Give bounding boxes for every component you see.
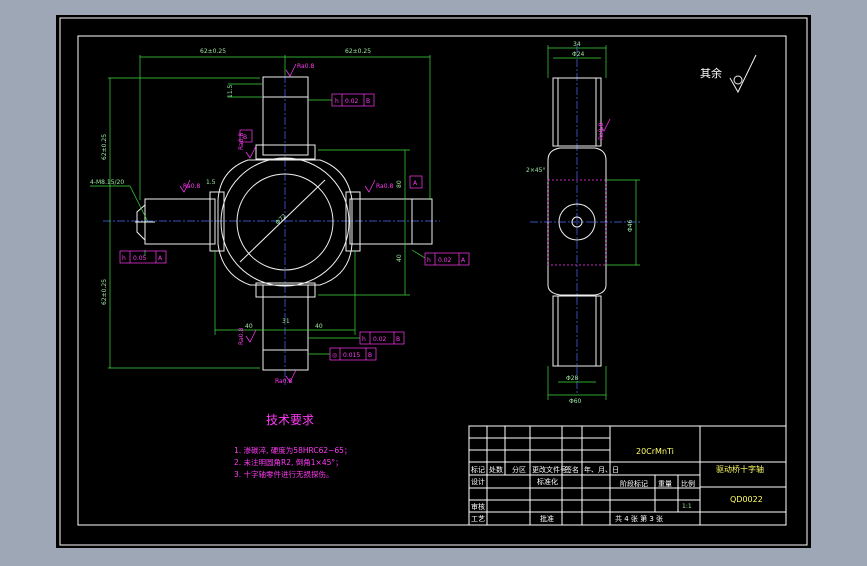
svg-text:0.02: 0.02: [345, 98, 359, 105]
svg-text:更改文件号: 更改文件号: [532, 465, 567, 474]
dim-right-80: 80: [396, 180, 403, 188]
drawing-number: QD0022: [730, 495, 763, 504]
svg-text:阶段标记: 阶段标记: [620, 479, 648, 488]
side-dim-chamfer: 2×45°: [526, 167, 545, 174]
svg-text:比例: 比例: [681, 479, 695, 488]
side-dim-top2: Φ24: [572, 51, 585, 58]
dim-11: 11.5: [227, 84, 234, 98]
svg-text:分区: 分区: [512, 465, 526, 474]
scale-value: 1:1: [682, 503, 692, 510]
svg-text:处数: 处数: [489, 465, 503, 474]
dim-top-left: 62±0.25: [200, 48, 226, 55]
hole-callout: 4-M8.15/20: [90, 179, 124, 186]
tech-note-1: 1. 渗碳淬, 硬度为58HRC62~65；: [234, 445, 351, 455]
dim-left-upper: 62±0.25: [101, 134, 108, 160]
svg-text:0.015: 0.015: [343, 352, 360, 359]
svg-text:h: h: [362, 336, 366, 343]
dim-right-40: 40: [396, 254, 403, 262]
svg-text:审核: 审核: [471, 502, 485, 511]
tech-title: 技术要求: [266, 413, 314, 427]
part-name: 驱动桥十字轴: [716, 464, 764, 474]
svg-text:Ra0.8: Ra0.8: [183, 183, 200, 190]
svg-text:工艺: 工艺: [471, 515, 485, 523]
dim-bottom-40a: 40: [245, 323, 253, 330]
svg-text:重量: 重量: [658, 480, 672, 488]
svg-text:h: h: [427, 257, 431, 264]
dim-bottom-31: 31: [282, 318, 290, 325]
tech-note-2: 2. 未注明圆角R2, 倒角1×45°；: [234, 457, 343, 467]
svg-text:h: h: [335, 98, 339, 105]
svg-text:标记: 标记: [471, 465, 485, 474]
dim-left-lower: 62±0.25: [101, 279, 108, 305]
side-dim-right: Φ46: [627, 219, 634, 232]
sheet-info: 共 4 张 第 3 张: [615, 514, 663, 523]
svg-text:◎: ◎: [332, 352, 337, 359]
svg-text:签名: 签名: [565, 465, 579, 474]
svg-text:Ra0.8: Ra0.8: [598, 123, 605, 140]
side-dim-bottom2: Φ60: [569, 398, 582, 405]
material: 20CrMnTi: [636, 447, 674, 456]
roughness-other-label: 其余: [700, 66, 722, 80]
svg-text:B: B: [396, 336, 400, 343]
svg-text:0.05: 0.05: [133, 255, 147, 262]
svg-text:B: B: [368, 352, 372, 359]
svg-text:Ra0.8: Ra0.8: [376, 183, 393, 190]
svg-text:设计: 设计: [471, 477, 485, 486]
datum-b-label: B: [243, 134, 247, 141]
drawing-sheet: [56, 15, 811, 548]
side-dim-bottom: Φ28: [566, 375, 579, 382]
side-dim-top: 34: [573, 41, 581, 48]
svg-text:B: B: [366, 98, 370, 105]
svg-text:0.02: 0.02: [373, 336, 387, 343]
svg-text:h: h: [122, 255, 126, 262]
tech-note-3: 3. 十字轴零件进行无损探伤。: [234, 469, 334, 479]
cad-viewport[interactable]: Φ72 62±0.25 62±0.25 62±0.25 62±0.25 4-M8…: [0, 0, 867, 562]
svg-text:Ra0.8: Ra0.8: [297, 63, 314, 70]
drawing-canvas: Φ72 62±0.25 62±0.25 62±0.25 62±0.25 4-M8…: [56, 15, 811, 548]
svg-text:Ra0.8: Ra0.8: [275, 378, 292, 385]
svg-text:0.02: 0.02: [438, 257, 452, 264]
svg-text:批准: 批准: [540, 514, 554, 523]
svg-text:标准化: 标准化: [537, 477, 558, 486]
dim-top-right: 62±0.25: [345, 48, 371, 55]
dim-bottom-40b: 40: [315, 323, 323, 330]
svg-text:Ra0.8: Ra0.8: [238, 328, 245, 345]
svg-text:年、月、日: 年、月、日: [584, 465, 619, 474]
dim-small-2: 1.5: [206, 179, 216, 186]
